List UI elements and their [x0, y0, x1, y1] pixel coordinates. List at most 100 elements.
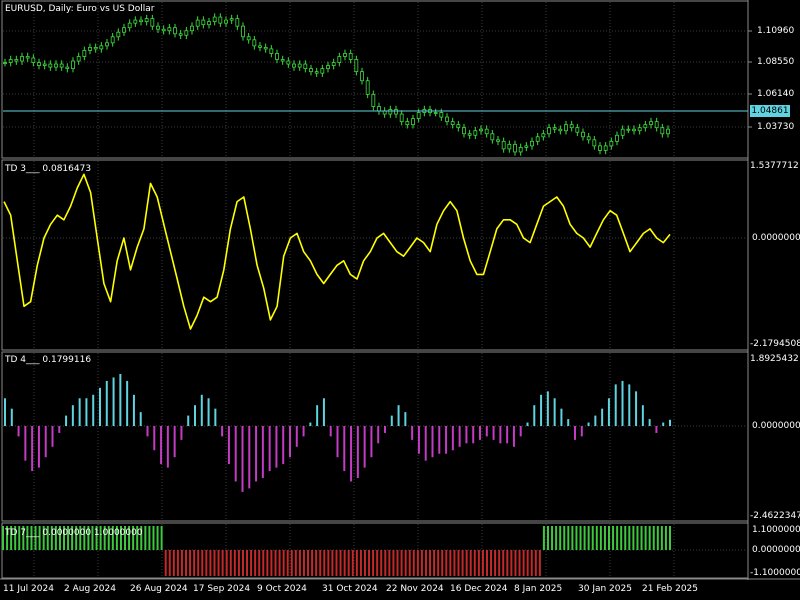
price-candle-body	[133, 19, 138, 24]
td3-scale-bottom: -2.1794508	[750, 339, 800, 349]
price-candle-body	[144, 18, 149, 23]
price-candle-body	[388, 109, 393, 115]
current-price-tag: 1.04861	[750, 105, 790, 117]
price-scale-label: 1.06140	[757, 89, 795, 99]
price-pane-frame	[1, 0, 749, 159]
price-candle-body	[122, 27, 126, 33]
price-candle-body	[524, 145, 529, 148]
price-candle-body	[326, 65, 330, 70]
price-candle-body	[467, 133, 472, 136]
price-candle-body	[360, 71, 364, 82]
price-candle-body	[320, 68, 325, 74]
price-candle-body	[309, 68, 313, 73]
td4-pane-title: TD 4___ 0.1799116	[5, 355, 92, 365]
td4-scale-mid: 0.0000000	[752, 421, 800, 431]
price-candle-body	[37, 62, 41, 66]
price-candle-body	[586, 136, 591, 141]
price-candle-body	[530, 140, 534, 147]
price-candle-body	[235, 18, 240, 27]
price-candle-body	[513, 143, 517, 153]
price-candle-body	[116, 31, 121, 38]
price-candle-body	[433, 112, 438, 114]
price-candle-body	[105, 42, 109, 47]
price-candle-body	[416, 112, 421, 120]
price-candle-body	[88, 46, 92, 51]
price-candle-body	[609, 140, 614, 147]
price-candle-body	[258, 45, 262, 48]
td4-scale-top: 1.8925432	[750, 354, 799, 364]
price-candle-body	[184, 30, 189, 36]
price-candle-body	[252, 39, 257, 47]
price-candle-body	[377, 106, 381, 112]
price-candle-body	[76, 56, 81, 62]
price-candle-body	[507, 143, 512, 150]
price-candle-body	[127, 22, 132, 29]
price-candle-body	[343, 53, 347, 57]
price-candle-body	[558, 128, 563, 132]
price-candle-body	[456, 124, 461, 129]
price-candle-body	[331, 62, 336, 66]
price-candle-body	[615, 134, 619, 142]
time-axis-label: 22 Nov 2024	[386, 584, 444, 594]
price-candle-body	[541, 133, 546, 138]
time-axis-label: 26 Aug 2024	[130, 584, 188, 594]
price-candle-body	[394, 109, 398, 115]
price-candle-body	[479, 128, 483, 132]
td3-pane-title: TD 3___ 0.0816473	[5, 164, 92, 174]
td4-pane-frame	[1, 351, 749, 522]
price-candle-body	[314, 71, 319, 74]
price-candle-body	[99, 45, 104, 50]
price-candle-body	[411, 118, 415, 126]
price-candle-body	[161, 28, 166, 32]
price-candle-body	[666, 128, 670, 135]
price-candle-body	[3, 62, 7, 64]
time-axis-label: 2 Aug 2024	[64, 584, 116, 594]
price-candle-body	[207, 21, 211, 26]
price-candle-body	[626, 128, 631, 131]
price-candle-body	[286, 60, 291, 65]
price-candle-body	[547, 127, 551, 135]
price-candle-body	[201, 19, 206, 26]
time-axis-label: 31 Oct 2024	[322, 584, 378, 594]
price-pane-title: EURUSD, Daily: Euro vs US Dollar	[5, 4, 155, 14]
td3-scale-top: 1.5377712	[750, 161, 799, 171]
time-axis-label: 9 Oct 2024	[257, 584, 307, 594]
price-candle-body	[59, 63, 64, 68]
price-candle-body	[462, 127, 466, 135]
price-candle-body	[581, 131, 585, 138]
price-candle-body	[280, 59, 285, 62]
price-candle-body	[292, 63, 296, 68]
price-scale-label: 1.03730	[757, 122, 795, 132]
chart-canvas[interactable]	[0, 0, 800, 600]
time-axis-label: 11 Jul 2024	[3, 584, 54, 594]
td3-pane-frame	[1, 159, 749, 351]
price-candle-body	[303, 63, 308, 70]
price-candle-body	[190, 25, 194, 32]
price-candle-body	[275, 53, 279, 60]
price-candle-body	[14, 59, 19, 62]
price-candle-body	[564, 124, 568, 132]
price-candle-body	[371, 93, 376, 107]
price-candle-body	[195, 19, 200, 27]
price-candle-body	[167, 27, 172, 32]
price-candle-body	[42, 63, 47, 66]
price-candle-body	[399, 113, 404, 123]
price-candle-body	[445, 116, 449, 123]
time-axis-label: 8 Jan 2025	[514, 584, 563, 594]
price-candle-body	[354, 59, 359, 73]
price-candle-body	[173, 27, 177, 35]
price-candle-body	[110, 36, 115, 44]
price-candle-body	[569, 124, 574, 129]
price-candle-body	[93, 46, 98, 50]
price-candle-body	[212, 16, 217, 23]
price-scale-label: 1.10960	[757, 26, 795, 36]
price-candle-body	[598, 145, 602, 151]
price-candle-body	[348, 53, 353, 60]
price-candle-body	[473, 130, 478, 136]
price-candle-body	[365, 80, 370, 95]
time-axis-label: 21 Feb 2025	[642, 584, 699, 594]
price-candle-body	[246, 36, 251, 41]
price-candle-body	[439, 112, 444, 118]
price-candle-body	[54, 63, 58, 68]
price-candle-body	[65, 66, 70, 70]
